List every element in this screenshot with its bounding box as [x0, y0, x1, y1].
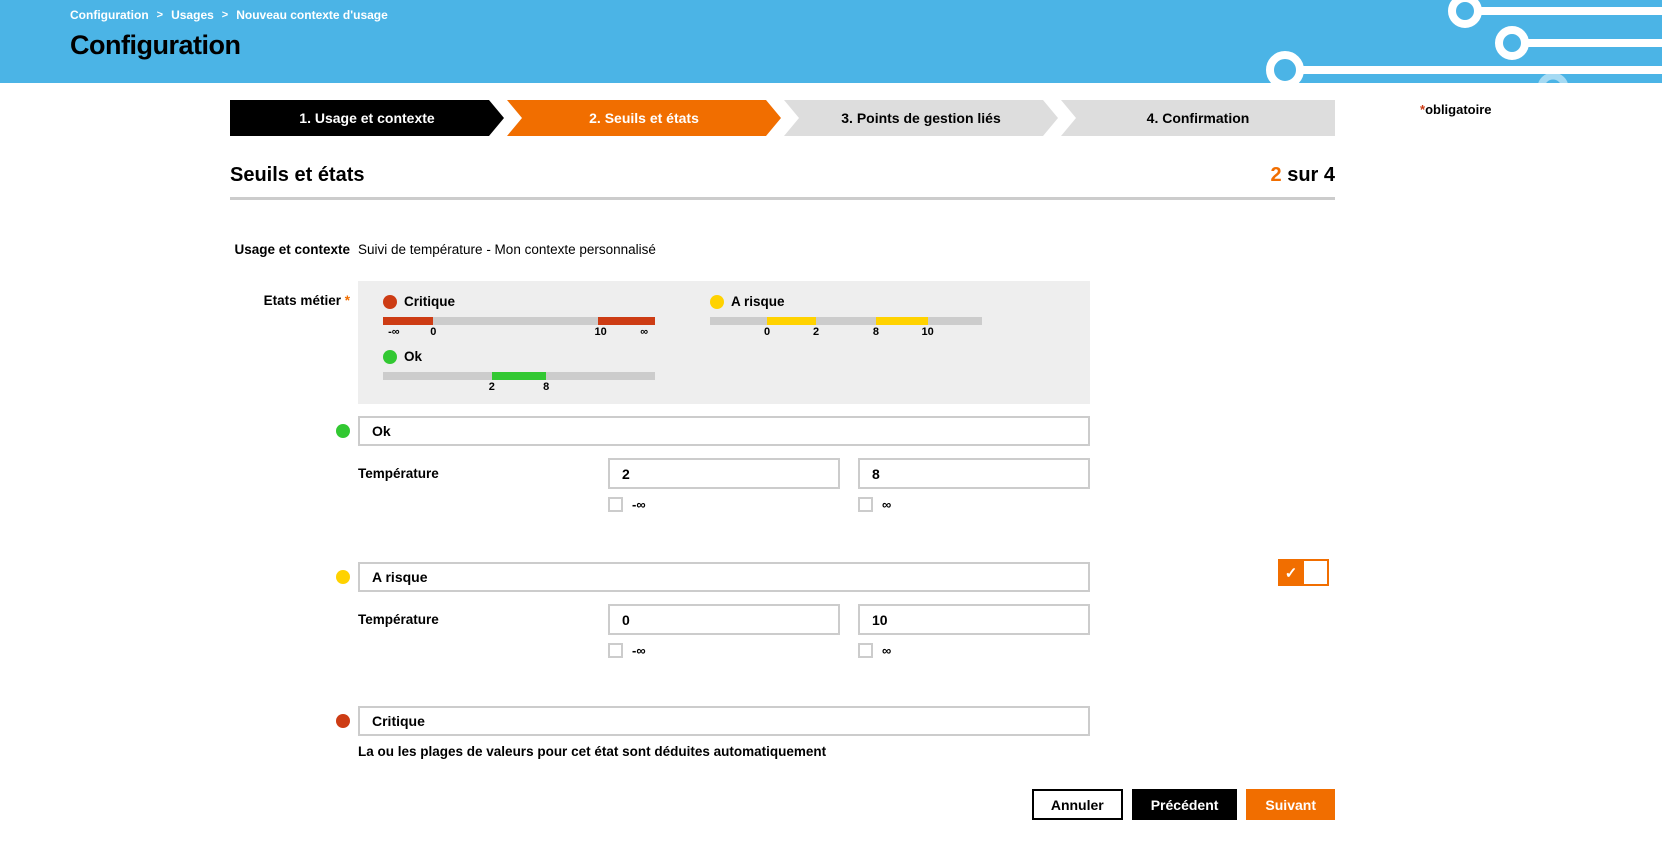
required-asterisk: *	[344, 293, 350, 308]
business-states-row: Etats métier * Critique -∞ 0 10 ∞ A risque …	[230, 281, 1335, 404]
a-risque-min-temperature-input[interactable]	[608, 604, 840, 635]
usage-context-label: Usage et contexte	[234, 242, 350, 257]
states-preview-panel: Critique -∞ 0 10 ∞ A risque 0 2 8 10 Ok 28	[358, 281, 1090, 404]
usage-context-row: Usage et contexte Suivi de température -…	[230, 242, 1335, 257]
ok-positive-infinity-checkbox[interactable]	[858, 497, 873, 512]
positive-infinity-label: ∞	[882, 497, 892, 512]
critique-state-name: Critique	[404, 294, 456, 309]
circuit-decoration-graphic	[1266, 0, 1662, 83]
ok-temperature-label: Température	[358, 466, 439, 481]
negative-infinity-label: -∞	[632, 643, 646, 658]
critique-state-dot	[383, 294, 397, 309]
ok-state-dot	[336, 424, 350, 438]
cancel-button[interactable]: Annuler	[1031, 789, 1123, 820]
next-button[interactable]: Suivant	[1246, 789, 1335, 820]
breadcrumb-separator-icon: >	[156, 9, 164, 21]
previous-button[interactable]: Précédent	[1131, 789, 1238, 820]
a-risque-negative-infinity-checkbox[interactable]	[608, 643, 623, 658]
state-preview-a-risque: A risque 0 2 8 10	[710, 294, 1065, 339]
breadcrumb-usages[interactable]: Usages	[171, 8, 214, 22]
wizard-actions: Annuler Précédent Suivant	[230, 789, 1335, 820]
critique-state-dot	[336, 714, 350, 728]
ok-min-temperature-input[interactable]	[608, 458, 840, 489]
ok-state-dot	[383, 349, 397, 364]
step-usage-et-contexte[interactable]: 1. Usage et contexte	[230, 100, 504, 136]
ok-state-name: Ok	[404, 349, 423, 364]
breadcrumb: Configuration > Usages > Nouveau context…	[70, 8, 388, 22]
state-form-ok: Température -∞ ∞	[230, 416, 1335, 512]
progress-total: sur 4	[1281, 164, 1335, 186]
state-form-a-risque: ✓ Température -∞ ∞	[230, 559, 1335, 658]
negative-infinity-label: -∞	[632, 497, 646, 512]
page-header: Configuration > Usages > Nouveau context…	[0, 0, 1662, 83]
critique-name-input[interactable]	[358, 706, 1090, 736]
a-risque-enabled-toggle[interactable]: ✓	[1278, 559, 1329, 586]
a-risque-max-temperature-input[interactable]	[858, 604, 1090, 635]
state-preview-critique: Critique -∞ 0 10 ∞	[383, 294, 710, 339]
positive-infinity-label: ∞	[882, 643, 892, 658]
page-title: Configuration	[70, 30, 241, 60]
breadcrumb-separator-icon: >	[221, 9, 229, 21]
ok-max-temperature-input[interactable]	[858, 458, 1090, 489]
a-risque-name-input[interactable]	[358, 562, 1090, 592]
required-field-legend: *obligatoire	[1420, 102, 1492, 117]
a-risque-state-dot	[336, 570, 350, 584]
critique-range-bar: -∞ 0 10 ∞	[383, 317, 655, 339]
step-progress-indicator: 2 sur 4	[1271, 164, 1335, 187]
section-title: Seuils et états	[230, 164, 365, 186]
step-seuils-et-etats[interactable]: 2. Seuils et états	[507, 100, 781, 136]
state-preview-ok: Ok 28	[383, 349, 710, 394]
usage-context-value: Suivi de température - Mon contexte pers…	[358, 242, 656, 257]
ok-negative-infinity-checkbox[interactable]	[608, 497, 623, 512]
a-risque-positive-infinity-checkbox[interactable]	[858, 643, 873, 658]
progress-current: 2	[1270, 164, 1282, 186]
toggle-check-icon: ✓	[1278, 559, 1304, 586]
business-states-label: Etats métier *	[263, 293, 350, 308]
toggle-off-segment	[1304, 559, 1329, 586]
a-risque-temperature-label: Température	[358, 612, 439, 627]
auto-deduced-ranges-note: La ou les plages de valeurs pour cet éta…	[358, 744, 827, 759]
section-header: Seuils et états 2 sur 4	[230, 164, 1335, 200]
step-confirmation[interactable]: 4. Confirmation	[1061, 100, 1335, 136]
ok-range-bar: 28	[383, 372, 655, 394]
breadcrumb-nouveau-contexte[interactable]: Nouveau contexte d'usage	[236, 8, 388, 22]
wizard-stepper: 1. Usage et contexte 2. Seuils et états …	[230, 100, 1335, 136]
a-risque-state-dot	[710, 294, 724, 309]
ok-name-input[interactable]	[358, 416, 1090, 446]
a-risque-range-bar: 0 2 8 10	[710, 317, 982, 339]
breadcrumb-configuration[interactable]: Configuration	[70, 8, 149, 22]
step-points-de-gestion[interactable]: 3. Points de gestion liés	[784, 100, 1058, 136]
state-form-critique: La ou les plages de valeurs pour cet éta…	[230, 706, 1335, 759]
a-risque-state-name: A risque	[731, 294, 785, 309]
